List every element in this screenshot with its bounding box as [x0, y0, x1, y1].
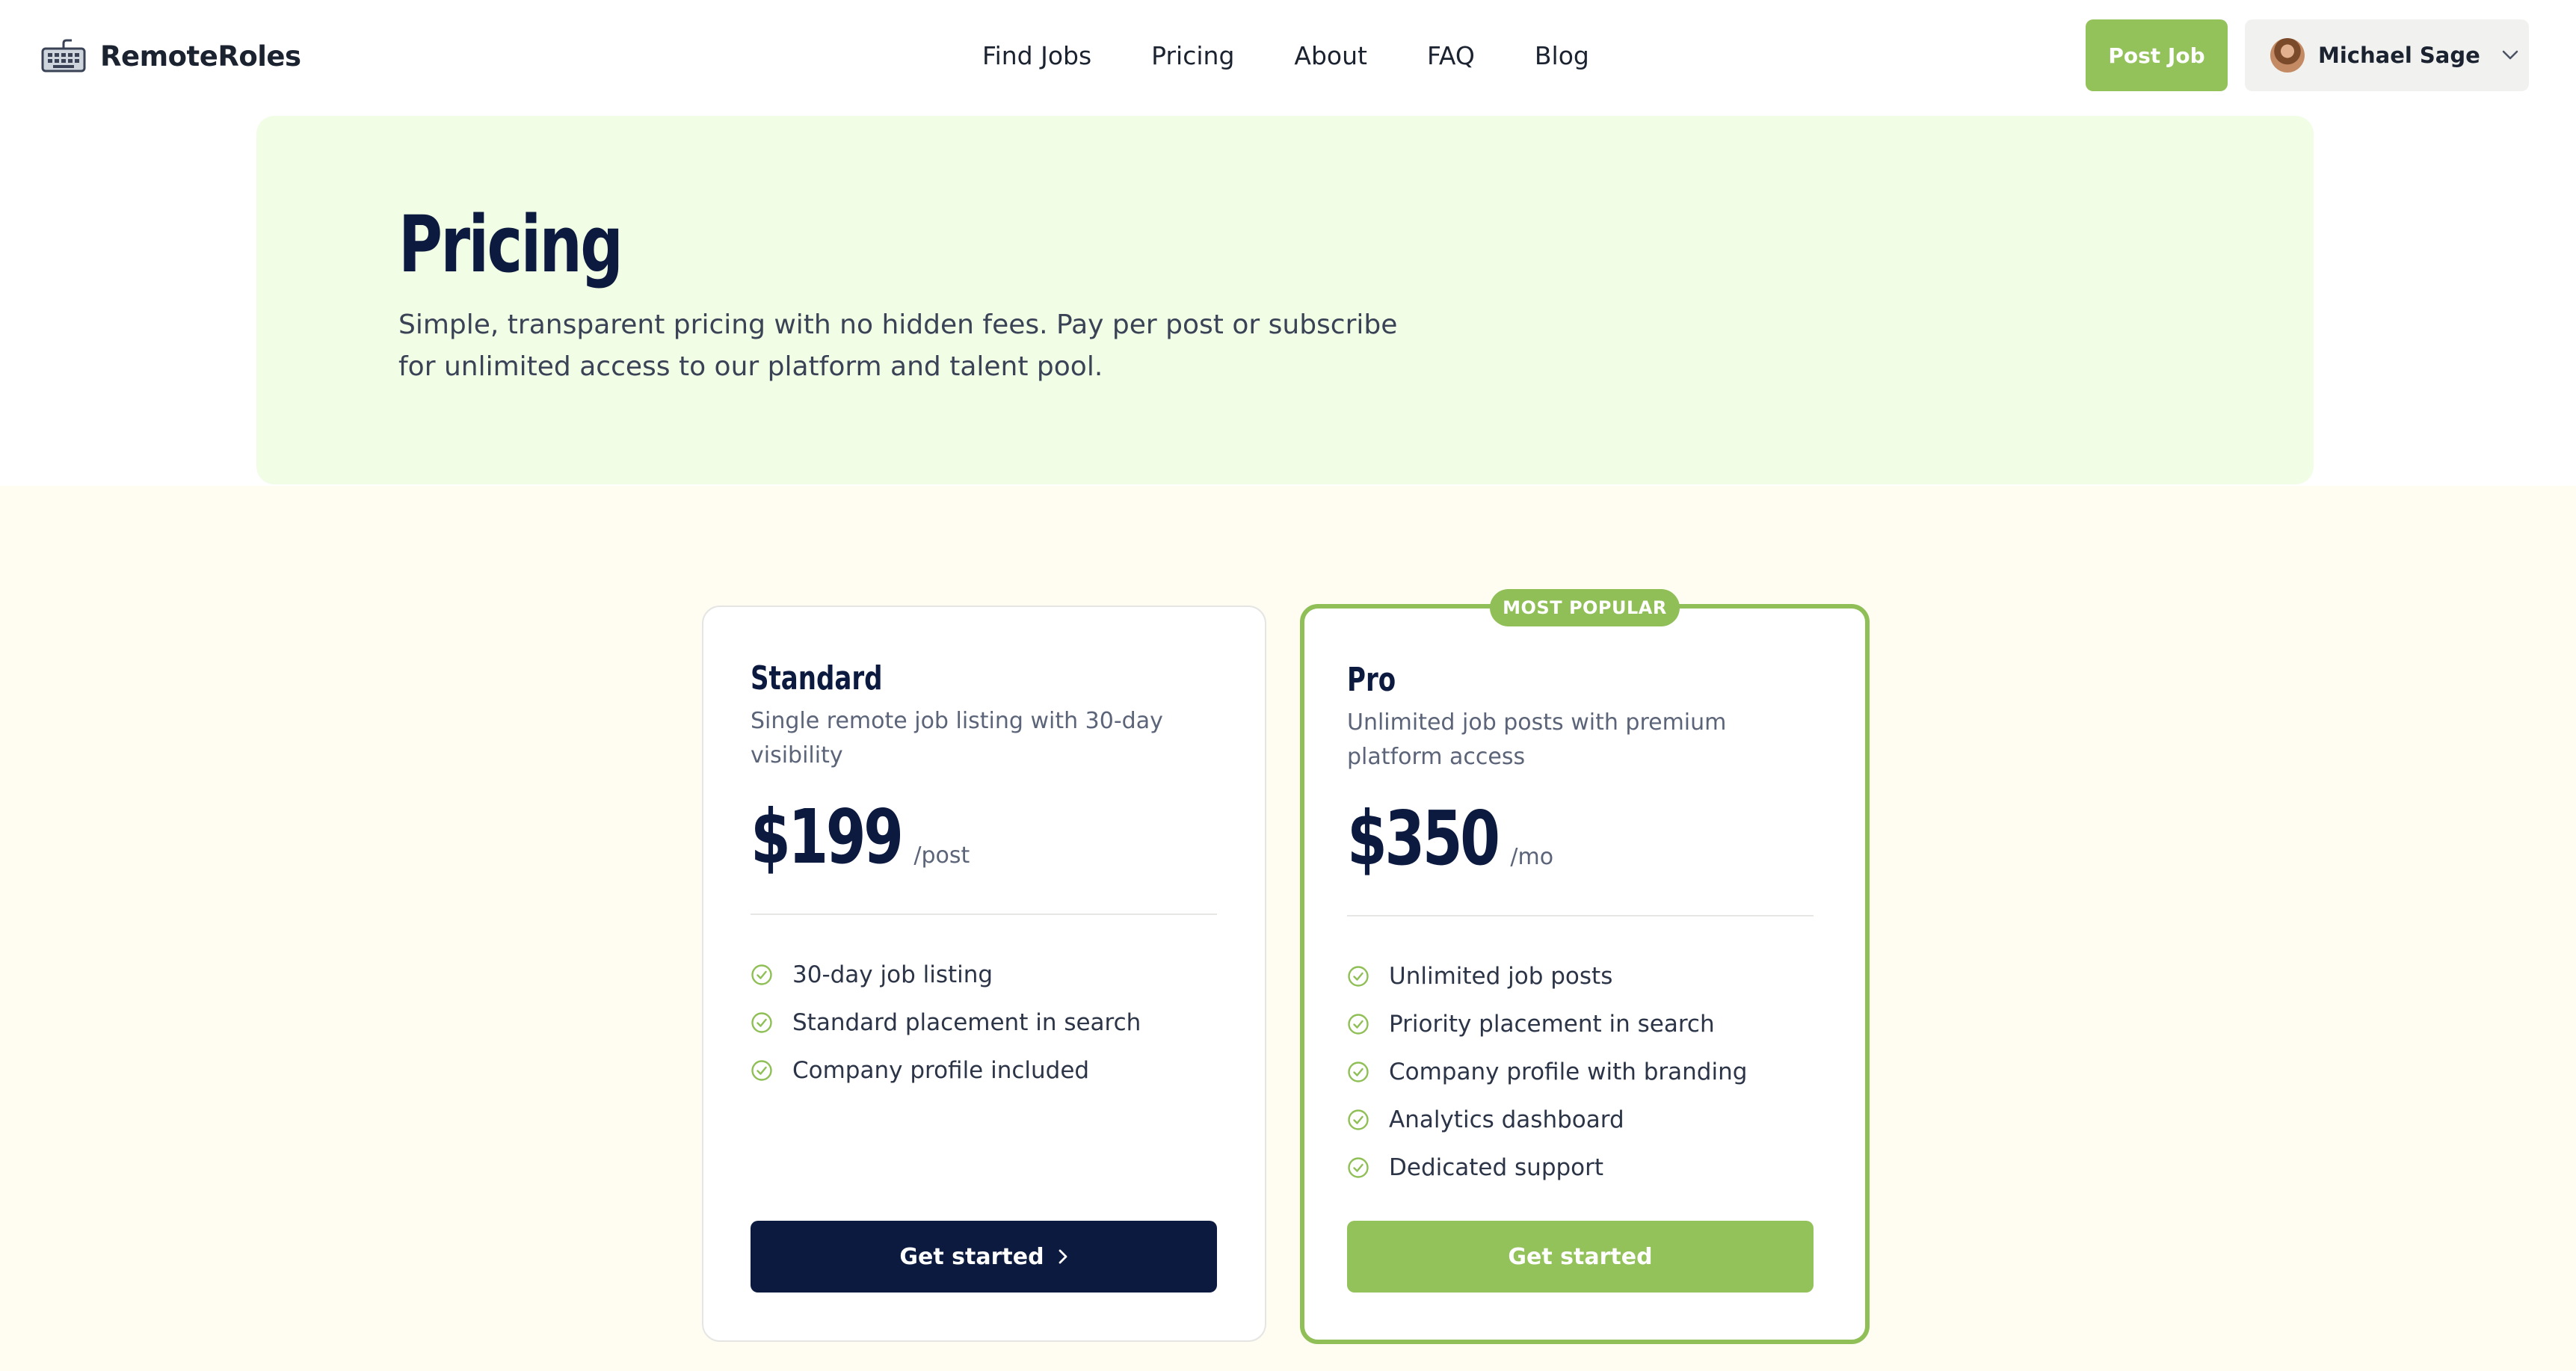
check-circle-icon: [1348, 1062, 1369, 1082]
nav-item-about[interactable]: About: [1294, 41, 1367, 70]
divider: [751, 914, 1217, 915]
feature-label: Dedicated support: [1389, 1154, 1604, 1181]
page-subtitle-line-1: Simple, transparent pricing with no hidd…: [398, 309, 1398, 340]
feature-item: Standard placement in search: [751, 999, 1141, 1047]
divider: [1347, 915, 1814, 916]
feature-label: Standard placement in search: [792, 1009, 1141, 1036]
main-nav: Find Jobs Pricing About FAQ Blog: [982, 34, 1589, 76]
post-job-button[interactable]: Post Job: [2086, 19, 2228, 91]
plan-price: $350: [1347, 795, 1500, 882]
plan-price-unit: /mo: [1510, 844, 1554, 870]
check-circle-icon: [1348, 966, 1369, 987]
check-circle-icon: [1348, 1014, 1369, 1035]
plan-description: Single remote job listing with 30-day vi…: [751, 708, 1163, 768]
feature-item: Company profile with branding: [1347, 1048, 1747, 1096]
chevron-down-icon: [2502, 50, 2518, 60]
check-circle-icon: [1348, 1157, 1369, 1178]
brand-name: RemoteRoles: [100, 40, 301, 73]
feature-label: Analytics dashboard: [1389, 1106, 1624, 1133]
check-circle-icon: [1348, 1109, 1369, 1130]
feature-label: Priority placement in search: [1389, 1011, 1715, 1038]
feature-item: Analytics dashboard: [1347, 1096, 1747, 1144]
check-circle-icon: [751, 1012, 772, 1033]
feature-label: 30-day job listing: [792, 961, 993, 988]
feature-item: 30-day job listing: [751, 951, 1141, 999]
most-popular-badge: MOST POPULAR: [1490, 589, 1680, 626]
nav-item-pricing[interactable]: Pricing: [1151, 41, 1234, 70]
plan-name: Standard: [751, 659, 883, 697]
nav-item-faq[interactable]: FAQ: [1427, 41, 1475, 70]
pricing-hero: Pricing Simple, transparent pricing with…: [256, 116, 2314, 484]
cta-label: Get started: [1508, 1243, 1653, 1270]
nav-item-find-jobs[interactable]: Find Jobs: [982, 41, 1091, 70]
feature-item: Unlimited job posts: [1347, 952, 1747, 1000]
plan-card-standard: Standard Single remote job listing with …: [702, 606, 1266, 1342]
plan-description: Unlimited job posts with premium platfor…: [1347, 709, 1727, 770]
feature-label: Unlimited job posts: [1389, 963, 1613, 990]
check-circle-icon: [751, 1060, 772, 1081]
check-circle-icon: [751, 964, 772, 985]
brand-logo[interactable]: RemoteRoles: [40, 34, 301, 78]
plan-name: Pro: [1347, 661, 1396, 699]
chevron-right-icon: [1059, 1249, 1067, 1264]
plan-price-unit: /post: [913, 842, 970, 869]
nav-item-blog[interactable]: Blog: [1535, 41, 1589, 70]
keyboard-icon: [41, 39, 86, 73]
feature-item: Company profile included: [751, 1047, 1141, 1094]
feature-item: Priority placement in search: [1347, 1000, 1747, 1048]
page-subtitle-line-2: for unlimited access to our platform and…: [398, 351, 1103, 382]
user-name: Michael Sage: [2318, 43, 2480, 68]
page-subtitle: Simple, transparent pricing with no hidd…: [398, 304, 1445, 388]
price-row: $199 /post: [751, 800, 970, 875]
cta-label: Get started: [899, 1243, 1044, 1270]
pro-get-started-button[interactable]: Get started: [1347, 1221, 1814, 1293]
user-menu-button[interactable]: Michael Sage: [2245, 19, 2529, 91]
feature-list: 30-day job listing Standard placement in…: [751, 951, 1141, 1094]
standard-get-started-button[interactable]: Get started: [751, 1221, 1217, 1293]
plan-price: $199: [751, 793, 904, 881]
avatar: [2270, 38, 2305, 73]
plan-card-pro: Pro Unlimited job posts with premium pla…: [1300, 604, 1870, 1344]
feature-item: Dedicated support: [1347, 1144, 1747, 1192]
price-row: $350 /mo: [1347, 801, 1553, 876]
top-navbar: RemoteRoles Find Jobs Pricing About FAQ …: [0, 0, 2576, 112]
feature-label: Company profile included: [792, 1057, 1090, 1084]
page-title: Pricing: [398, 199, 623, 290]
feature-label: Company profile with branding: [1389, 1059, 1748, 1085]
feature-list: Unlimited job posts Priority placement i…: [1347, 952, 1747, 1192]
